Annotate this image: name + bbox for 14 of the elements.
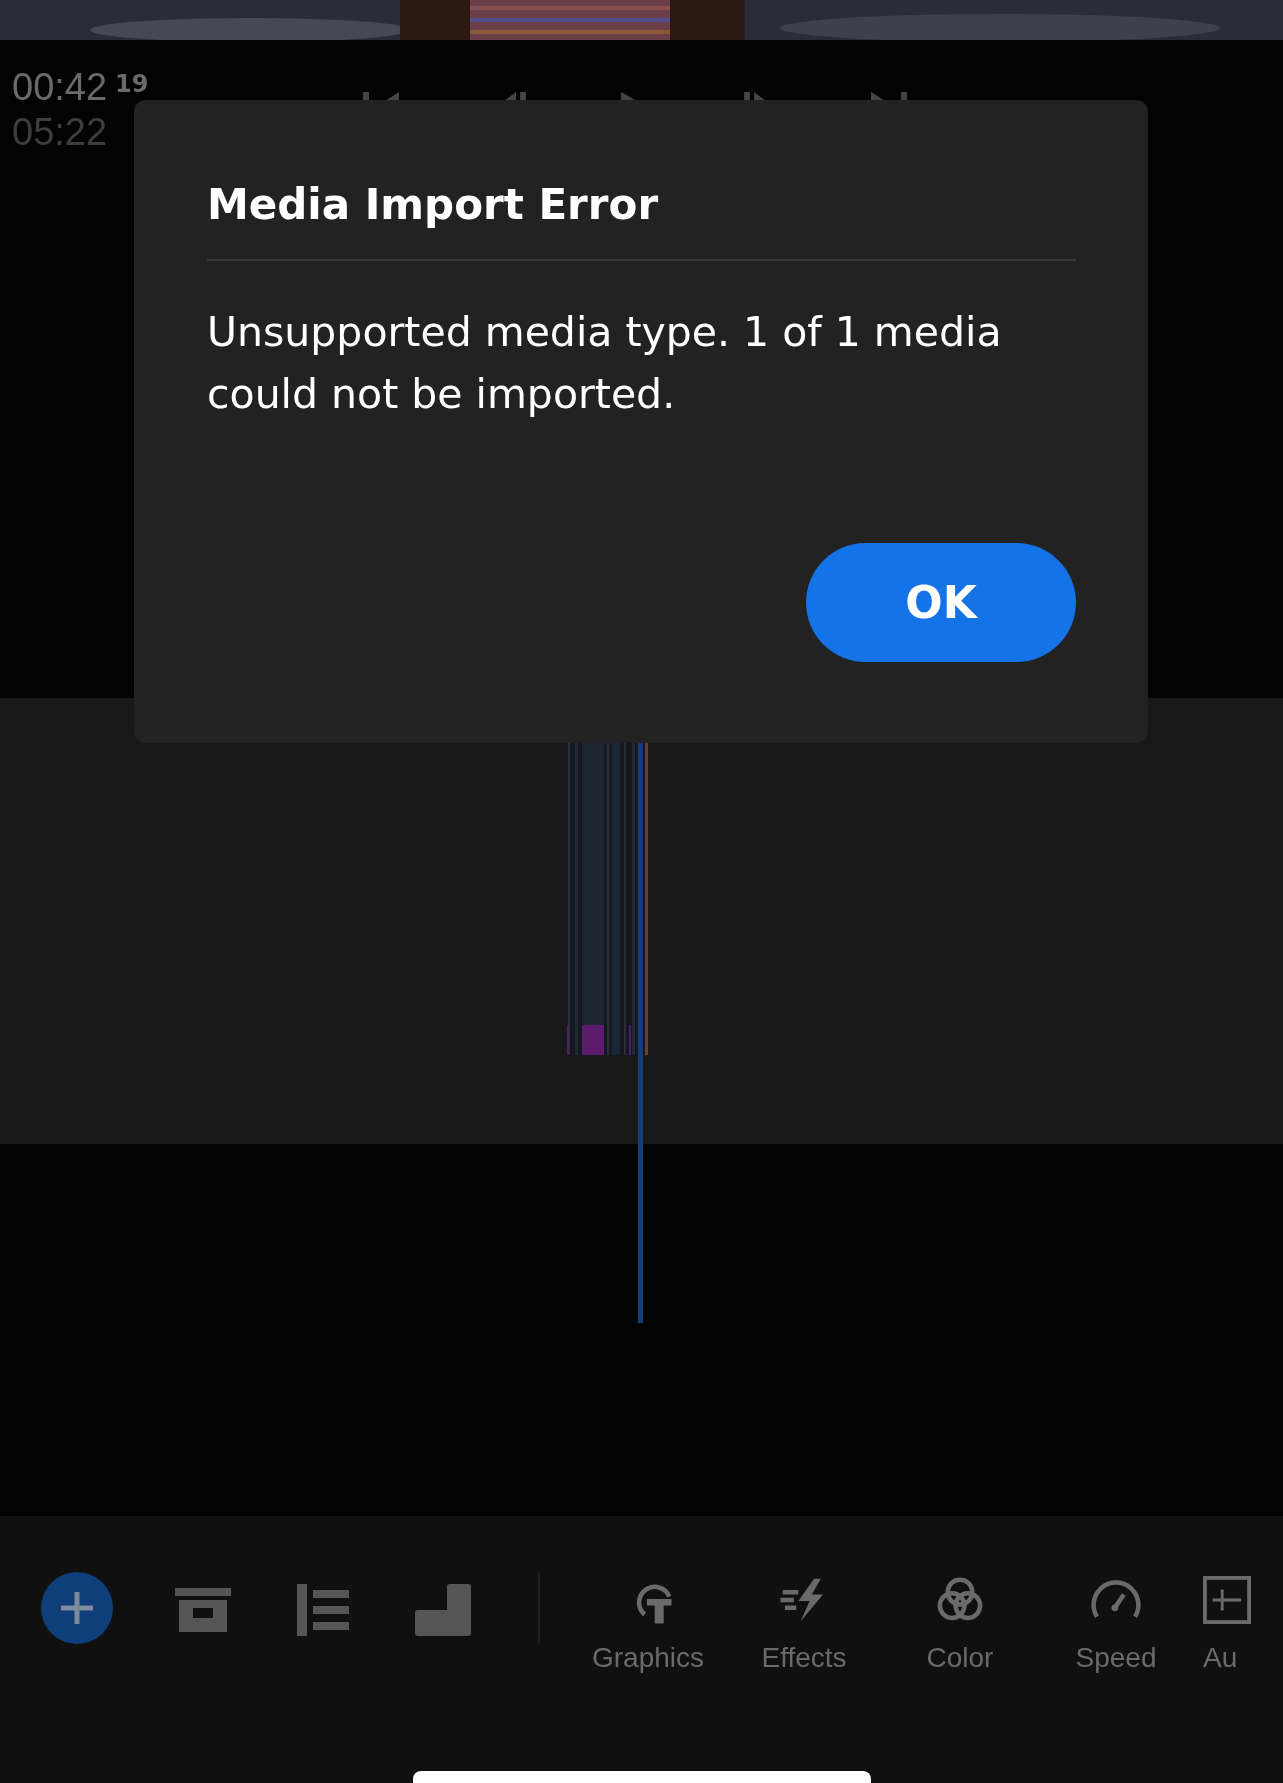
layers-icon[interactable] xyxy=(413,1584,473,1636)
dialog-title: Media Import Error xyxy=(207,180,660,229)
frame-icon xyxy=(1203,1576,1251,1624)
current-timecode: 00:42 xyxy=(12,66,108,109)
duration-timecode: 05:22 xyxy=(12,111,108,154)
plus-icon xyxy=(59,1590,95,1626)
tool-button[interactable]: Effects xyxy=(726,1572,882,1674)
frame-count: 19 xyxy=(115,69,149,98)
tool-button[interactable]: Speed xyxy=(1038,1572,1194,1674)
tool-button[interactable]: Color xyxy=(882,1572,1038,1674)
tool-button[interactable]: Graphics xyxy=(570,1572,726,1674)
dialog-message: Unsupported media type. 1 of 1 media could not be imported. xyxy=(207,307,1003,420)
tool-button[interactable]: Au xyxy=(1203,1572,1251,1674)
ok-button[interactable]: OK xyxy=(806,543,1076,662)
